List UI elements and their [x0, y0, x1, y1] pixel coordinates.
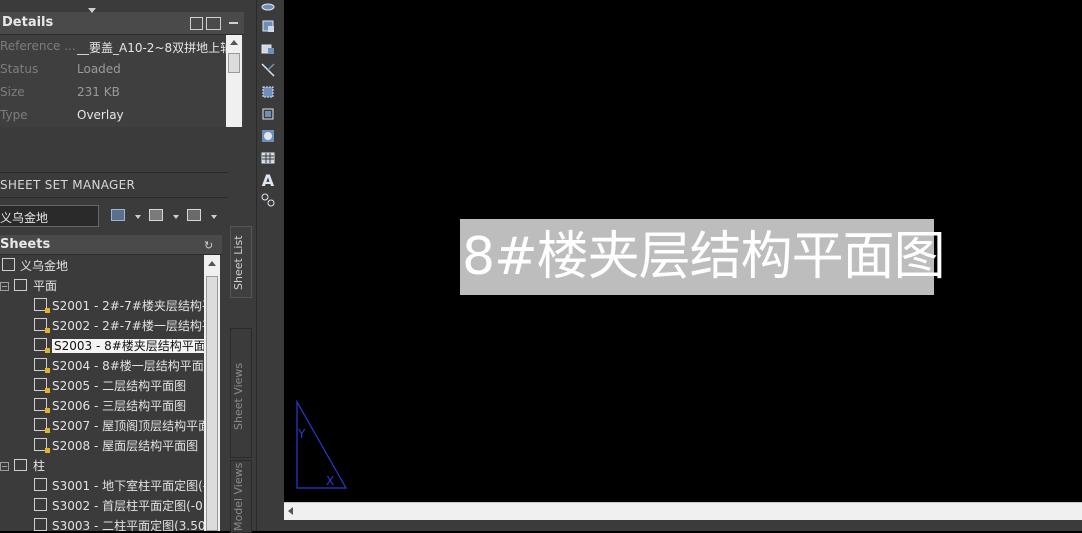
- table-icon[interactable]: [259, 18, 277, 34]
- tree-item-sheet[interactable]: S3001 - 地下室柱平面定图(-: [34, 477, 204, 497]
- tree-root[interactable]: 义乌金地: [2, 257, 68, 277]
- sheet-set-select-value: 义乌金地: [0, 211, 49, 225]
- folder-icon: [14, 459, 27, 471]
- prop-label-type: Type: [0, 108, 28, 122]
- collapse-group-icon[interactable]: −: [0, 282, 9, 291]
- ucs-y-label: Y: [297, 427, 306, 441]
- sheet-selection-dropdown-icon[interactable]: [211, 215, 217, 219]
- collapse-group-icon[interactable]: −: [0, 462, 9, 471]
- tab-model-views-label: Model Views: [232, 462, 245, 531]
- sheet-locked-icon: [34, 378, 50, 393]
- tree-item-sheet[interactable]: S3003 - 二柱平面定图(3.500: [34, 517, 204, 531]
- tree-item-sheet[interactable]: S2008 - 屋面层结构平面图: [34, 437, 198, 457]
- scroll-up-arrow-icon[interactable]: [230, 40, 238, 45]
- folder-icon: [14, 279, 27, 291]
- refresh-icon[interactable]: ↻: [204, 239, 213, 252]
- sheet-locked-icon: [34, 358, 50, 373]
- sheet-set-select[interactable]: 义乌金地: [0, 205, 99, 227]
- details-scrollbar[interactable]: [226, 35, 242, 127]
- select-icon[interactable]: [259, 84, 277, 100]
- publish-icon[interactable]: [111, 209, 125, 221]
- line-icon[interactable]: [259, 62, 277, 78]
- tree-scroll-thumb[interactable]: [206, 276, 218, 531]
- tree-item-sheet[interactable]: S2004 - 8#楼一层结构平面图: [34, 357, 204, 377]
- sheet-tree: 义乌金地 − 平面 S2001 - 2#-7#楼夹层结构平 S2002 - 2#…: [0, 255, 204, 531]
- tree-group-column[interactable]: 柱: [14, 457, 45, 477]
- region-icon[interactable]: [259, 0, 277, 16]
- scroll-left-arrow-icon[interactable]: [288, 507, 293, 515]
- sheet-set-manager-header: SHEET SET MANAGER: [0, 172, 228, 198]
- tree-item-sheet[interactable]: S2005 - 二层结构平面图: [34, 377, 186, 397]
- tab-sheet-views-label: Sheet Views: [232, 362, 245, 430]
- drawing-title-text[interactable]: 8#楼夹层结构平面图: [462, 218, 946, 296]
- prop-label-size: Size: [0, 85, 25, 99]
- tab-sheet-list-label: Sheet List: [232, 235, 245, 290]
- thumbnail-icon[interactable]: [206, 17, 221, 30]
- publish-dropdown-icon[interactable]: [135, 215, 141, 219]
- nodes-icon[interactable]: [259, 192, 277, 208]
- sheet-locked-icon: [34, 318, 50, 333]
- sheet-set-manager-title: SHEET SET MANAGER: [0, 178, 136, 192]
- tree-item-sheet[interactable]: S2002 - 2#-7#楼一层结构平: [34, 317, 204, 337]
- sheet-set-icon: [2, 258, 15, 271]
- text-icon[interactable]: A: [259, 171, 277, 190]
- ucs-x-label: X: [326, 474, 334, 488]
- prop-label-reference: Reference ...: [0, 39, 76, 53]
- plot-icon[interactable]: [149, 209, 163, 221]
- sheet-locked-icon: [34, 418, 50, 433]
- sheet-locked-icon: [34, 338, 50, 353]
- collapse-icon[interactable]: [229, 22, 238, 24]
- sheet-selection-icon[interactable]: [187, 209, 201, 221]
- ucs-icon: Y X: [296, 399, 348, 489]
- tree-item-sheet[interactable]: S2001 - 2#-7#楼夹层结构平: [34, 297, 204, 317]
- tree-item-sheet[interactable]: S2006 - 三层结构平面图: [34, 397, 186, 417]
- prop-value-status: Loaded: [77, 62, 121, 76]
- sheet-locked-icon: [34, 398, 50, 413]
- horizontal-scrollbar[interactable]: [284, 502, 1082, 520]
- sheet-icon: [34, 518, 47, 531]
- sheet-icon: [34, 498, 47, 511]
- details-properties: Reference ... __要盖_A10-2~8双拼地上轴 Status L…: [0, 35, 244, 127]
- select-window-icon[interactable]: [259, 106, 277, 122]
- chevron-down-icon[interactable]: [88, 8, 96, 13]
- tree-item-sheet[interactable]: S2007 - 屋顶阁顶层结构平面图: [34, 417, 204, 437]
- sheets-header: Sheets: [0, 235, 222, 255]
- scroll-up-arrow-icon[interactable]: [208, 261, 216, 266]
- circle-icon[interactable]: [259, 128, 277, 144]
- block-icon[interactable]: [259, 40, 277, 56]
- status-strip: [284, 520, 1082, 531]
- preview-toggle-icon[interactable]: [190, 17, 203, 30]
- tree-group-plan[interactable]: 平面: [14, 277, 57, 297]
- prop-value-reference: __要盖_A10-2~8双拼地上轴: [77, 41, 227, 55]
- sheet-locked-icon: [34, 438, 50, 453]
- tree-item-sheet-selected[interactable]: S2003 - 8#楼夹层结构平面图: [34, 337, 204, 357]
- sheet-icon: [34, 478, 47, 491]
- sheet-locked-icon: [34, 298, 50, 313]
- prop-value-type: Overlay: [77, 108, 124, 122]
- details-title: Details: [2, 15, 54, 30]
- plot-dropdown-icon[interactable]: [173, 215, 179, 219]
- tree-item-sheet[interactable]: S3002 - 首层柱平面定图(-0.: [34, 497, 204, 517]
- prop-value-size: 231 KB: [77, 85, 120, 99]
- prop-label-status: Status: [0, 62, 39, 76]
- draw-toolbar: [256, 0, 285, 531]
- details-scroll-thumb[interactable]: [228, 53, 240, 73]
- sheets-title: Sheets: [0, 237, 51, 252]
- grid-icon[interactable]: [259, 150, 277, 166]
